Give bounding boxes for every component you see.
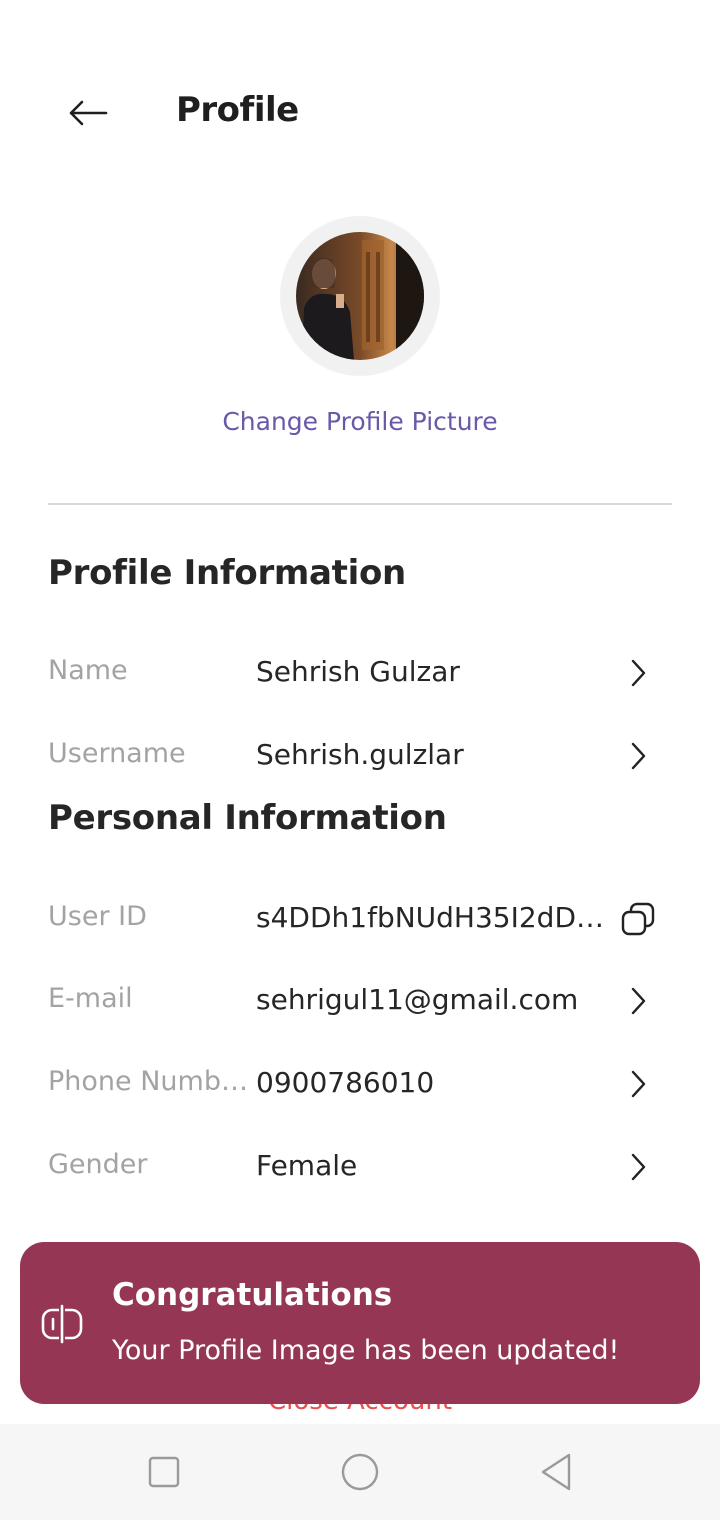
name-row[interactable]: Name Sehrish Gulzar: [48, 643, 672, 703]
row-value: Female: [256, 1149, 358, 1182]
avatar[interactable]: [296, 232, 424, 360]
system-navigation-bar: [0, 1424, 720, 1520]
header: Profile: [0, 60, 720, 170]
row-value: s4DDh1fbNUdH35I2dD8…: [256, 901, 606, 934]
page-title: Profile: [176, 90, 299, 130]
row-label: Gender: [48, 1149, 148, 1180]
chevron-right-icon[interactable]: [618, 1064, 658, 1104]
row-label: Username: [48, 738, 186, 769]
avatar-container[interactable]: [280, 216, 440, 376]
username-row[interactable]: Username Sehrish.gulzlar: [48, 726, 672, 786]
profile-photo: [296, 232, 424, 360]
arrow-left-icon: [69, 100, 108, 126]
chevron-right-icon[interactable]: [618, 736, 658, 776]
toast-status-icon: [41, 1304, 83, 1344]
home-circle-icon[interactable]: [336, 1448, 384, 1496]
personal-information-heading: Personal Information: [48, 798, 447, 838]
user-id-row[interactable]: User ID s4DDh1fbNUdH35I2dD8…: [48, 889, 672, 949]
toast-title: Congratulations: [112, 1277, 393, 1313]
row-value: Sehrish.gulzlar: [256, 738, 464, 771]
back-button[interactable]: [56, 92, 120, 134]
divider: [48, 503, 672, 505]
back-triangle-icon[interactable]: [532, 1448, 580, 1496]
chevron-right-icon[interactable]: [618, 653, 658, 693]
change-profile-picture-link[interactable]: Change Profile Picture: [0, 407, 720, 436]
toast-message: Your Profile Image has been updated!: [112, 1335, 620, 1366]
profile-information-heading: Profile Information: [48, 553, 406, 593]
row-label: User ID: [48, 901, 147, 932]
gender-row[interactable]: Gender Female: [48, 1137, 672, 1197]
success-toast[interactable]: Congratulations Your Profile Image has b…: [20, 1242, 700, 1404]
copy-icon[interactable]: [618, 899, 658, 939]
chevron-right-icon[interactable]: [618, 981, 658, 1021]
row-label: Name: [48, 655, 128, 686]
email-row[interactable]: E-mail sehrigul11@gmail.com: [48, 971, 672, 1031]
row-value: Sehrish Gulzar: [256, 655, 460, 688]
row-value: sehrigul11@gmail.com: [256, 983, 579, 1016]
phone-number-row[interactable]: Phone Numb… 0900786010: [48, 1054, 672, 1114]
recents-square-icon[interactable]: [140, 1448, 188, 1496]
row-label: E-mail: [48, 983, 133, 1014]
chevron-right-icon[interactable]: [618, 1147, 658, 1187]
row-label: Phone Numb…: [48, 1066, 248, 1097]
row-value: 0900786010: [256, 1066, 435, 1099]
